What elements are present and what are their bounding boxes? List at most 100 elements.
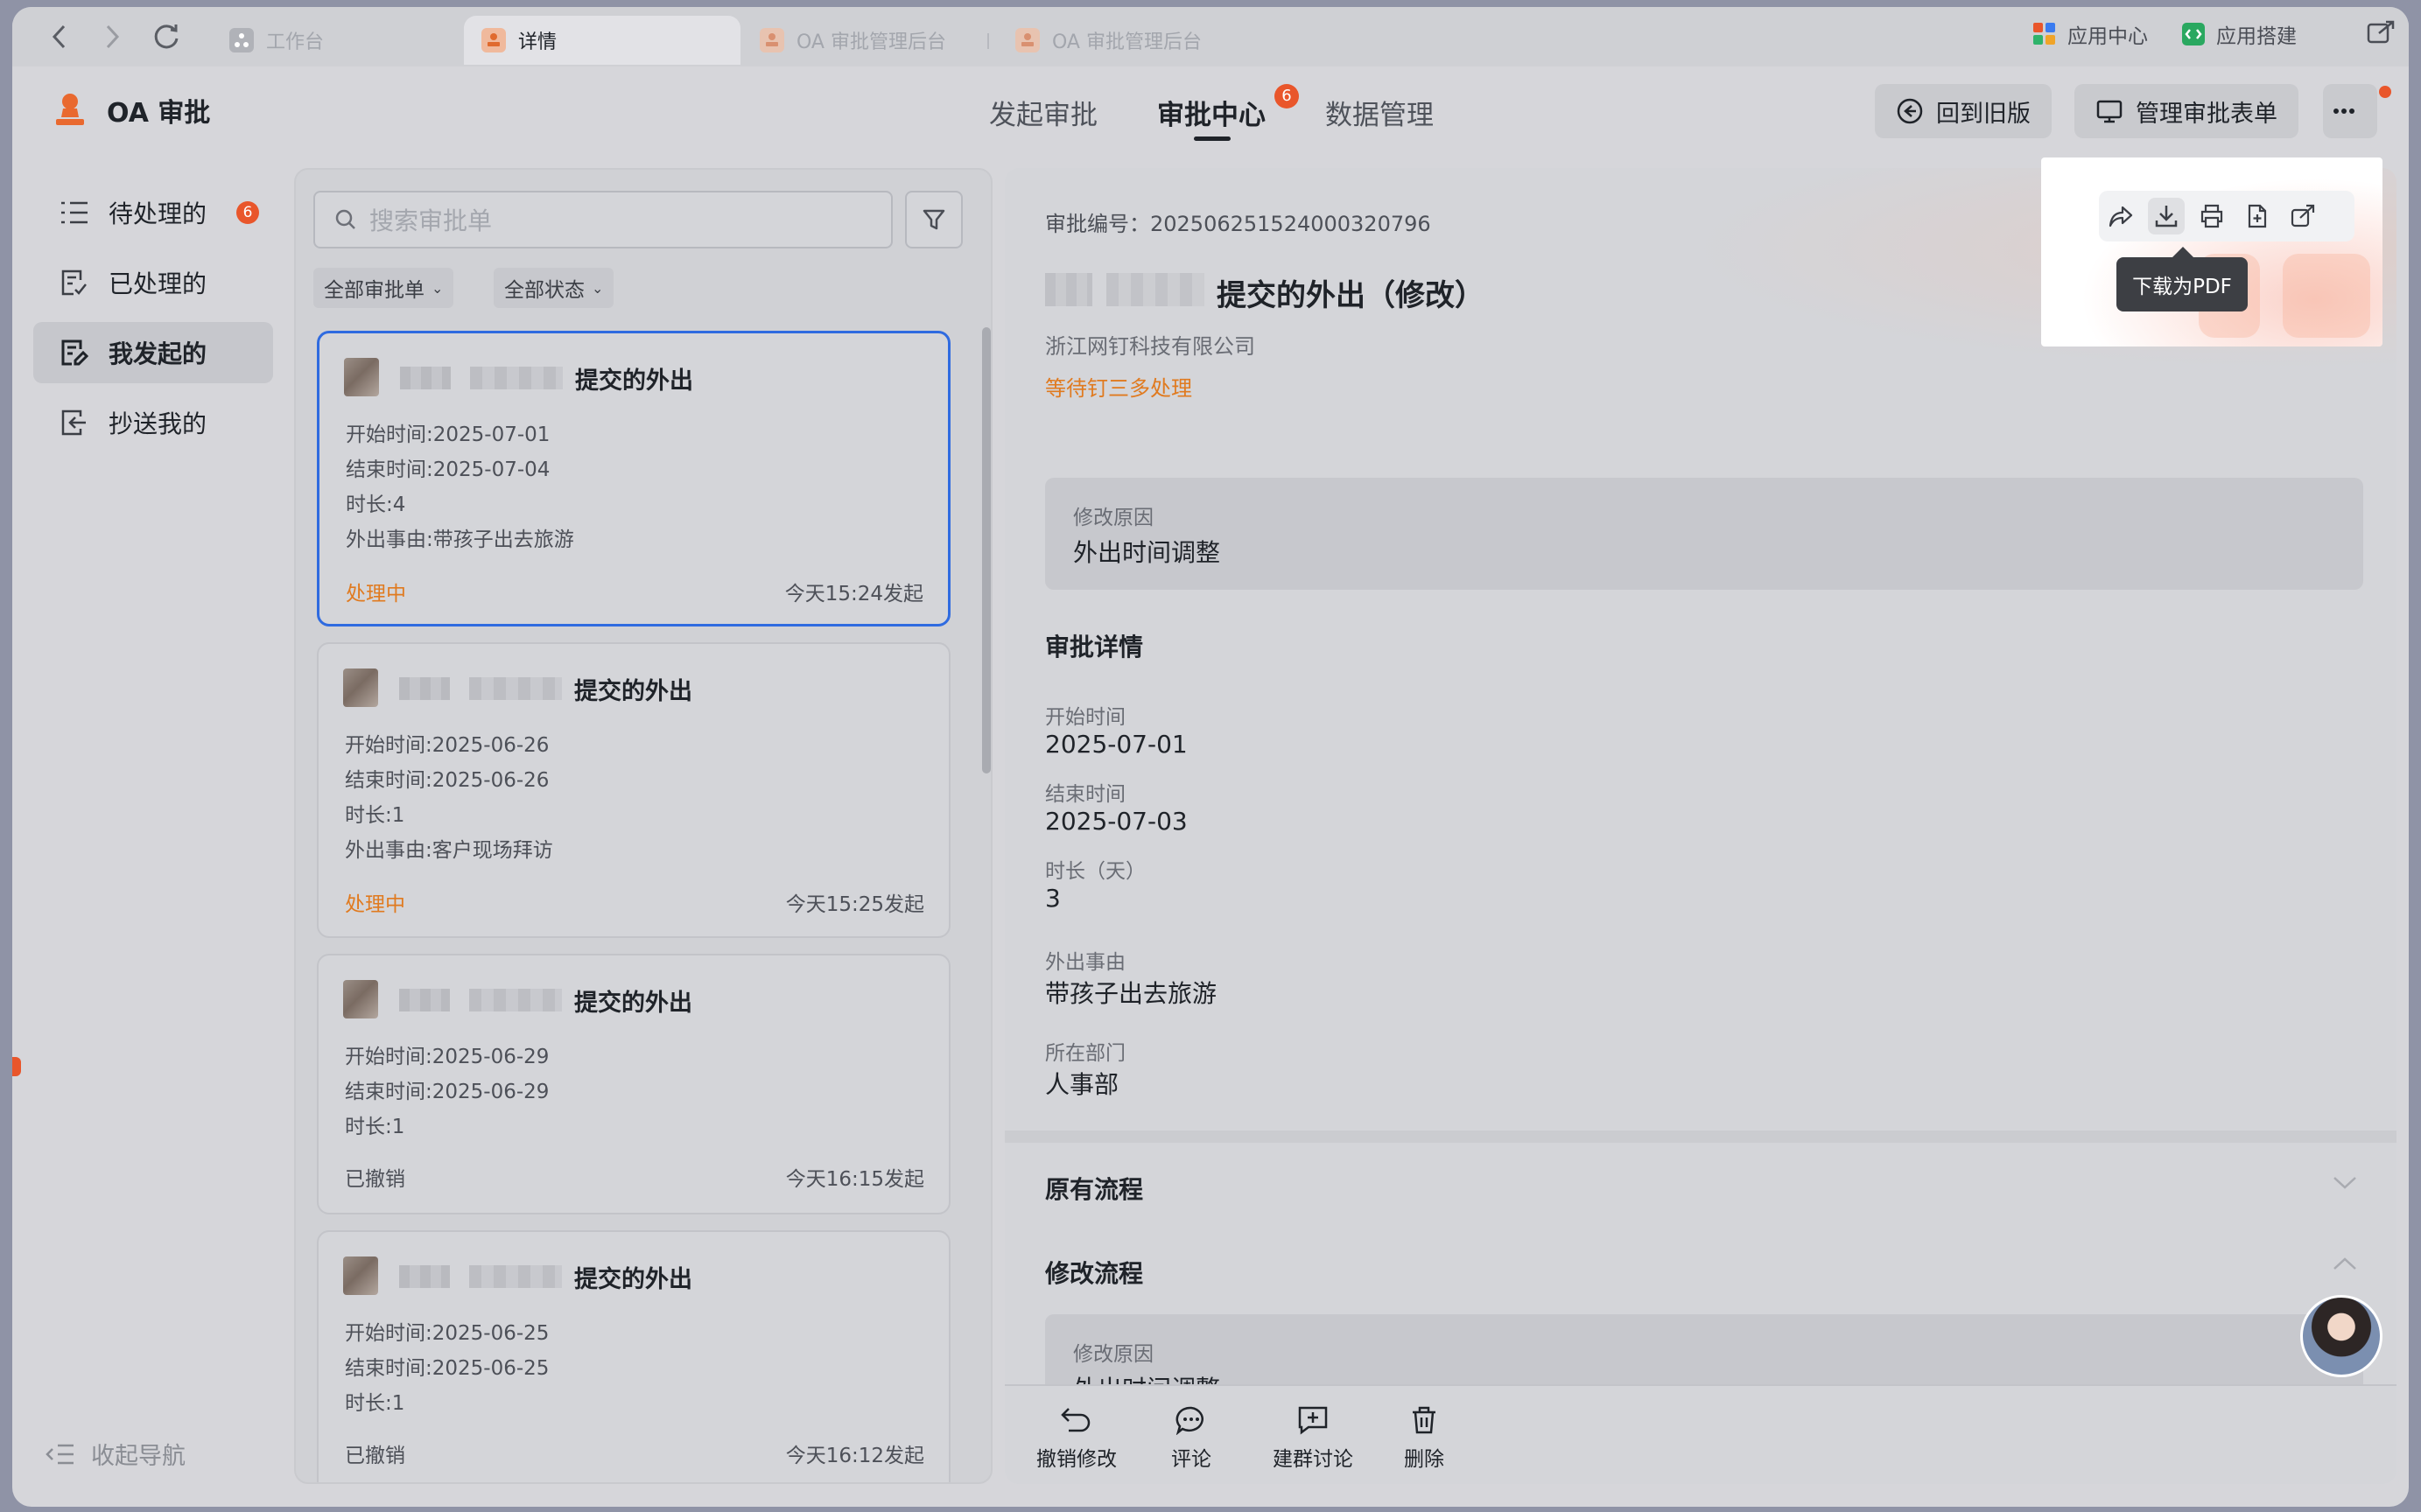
collapse-nav-button[interactable]: 收起导航 (46, 1437, 186, 1471)
app-header: OA 审批 发起审批 审批中心 6 数据管理 回到旧版 管理审批表单 (12, 66, 2409, 159)
download-pdf-icon[interactable] (2148, 198, 2185, 234)
oa-stamp-icon (760, 28, 784, 52)
all-status-dropdown[interactable]: 全部状态 ⌄ (494, 268, 614, 308)
share-icon[interactable] (2102, 198, 2139, 234)
sidebar-item-initiated[interactable]: 我发起的 (33, 322, 273, 383)
workbench-icon (229, 28, 254, 52)
print-icon[interactable] (2193, 198, 2230, 234)
tab-oa-admin-2[interactable]: OA 审批管理后台 (998, 16, 1252, 65)
assistant-avatar[interactable] (2300, 1295, 2382, 1377)
app-center-link[interactable]: 应用中心 (2032, 19, 2148, 49)
collapse-icon (46, 1444, 74, 1464)
detail-toolbar (2099, 191, 2354, 242)
monitor-icon (2096, 100, 2123, 123)
comment-button[interactable]: 评论 (1171, 1405, 1211, 1472)
field-value: 2025-07-03 (1045, 807, 1188, 836)
blurred-name (399, 677, 450, 700)
tab-oa-admin-1[interactable]: OA 审批管理后台 (742, 16, 987, 65)
card-duration: 时长:1 (345, 1392, 405, 1415)
status-badge: 处理中 (345, 893, 405, 916)
sidebar-item-pending[interactable]: 待处理的 6 (33, 182, 273, 243)
card-duration: 时长:1 (345, 804, 405, 827)
card-start-time: 开始时间:2025-06-29 (345, 1046, 550, 1068)
modify-reason-box: 修改原因 外出时间调整 (1045, 478, 2363, 590)
add-chat-icon (1298, 1406, 1328, 1435)
revoke-modify-button[interactable]: 撤销修改 (1036, 1405, 1117, 1472)
refresh-icon[interactable] (149, 19, 184, 54)
section-modified-flow[interactable]: 修改流程 (1045, 1255, 1143, 1290)
more-button[interactable] (2323, 84, 2377, 138)
nav-approval-center[interactable]: 审批中心 (1157, 93, 1266, 132)
back-to-old-button[interactable]: 回到旧版 (1875, 84, 2052, 138)
manage-forms-button[interactable]: 管理审批表单 (2074, 84, 2298, 138)
nav-data-management[interactable]: 数据管理 (1325, 93, 1434, 132)
field-label: 结束时间 (1045, 783, 1126, 806)
comment-icon (1175, 1406, 1203, 1435)
section-approval-details: 审批详情 (1045, 633, 1144, 662)
trash-icon (1413, 1406, 1435, 1434)
blurred-name (469, 677, 562, 700)
card-duration: 时长:1 (345, 1116, 405, 1138)
forward-icon[interactable] (95, 19, 130, 54)
field-value: 2025-07-01 (1045, 730, 1188, 759)
blurred-name (470, 367, 563, 389)
chevron-down-icon: ⌄ (432, 279, 444, 297)
sidebar: 待处理的 6 已处理的 我发起的 抄送我的 收起导航 (12, 159, 292, 1507)
create-group-button[interactable]: 建群讨论 (1273, 1405, 1353, 1472)
delete-button[interactable]: 删除 (1404, 1405, 1444, 1472)
chevron-down-icon: ⌄ (592, 279, 604, 297)
undo-icon (1061, 1408, 1091, 1432)
tab-workbench[interactable]: 工作台 (212, 16, 457, 65)
avatar (343, 980, 378, 1018)
section-original-flow[interactable]: 原有流程 (1045, 1171, 1143, 1206)
field-label: 外出事由 (1045, 951, 1126, 974)
filter-icon (923, 209, 945, 230)
modify-reason-label: 修改原因 (1073, 507, 1154, 529)
card-reason: 外出事由:客户现场拜访 (345, 839, 553, 862)
decor-shape (2283, 254, 2370, 338)
search-input[interactable]: 搜索审批单 (313, 191, 893, 248)
notification-dot (2379, 86, 2391, 98)
avatar (343, 1256, 378, 1295)
waiting-status: 等待钉三多处理 (1045, 376, 1192, 401)
card-start-time: 开始时间:2025-06-25 (345, 1322, 550, 1345)
app-builder-icon (2182, 23, 2205, 46)
modify-reason-value: 外出时间调整 (1073, 538, 1221, 567)
sidebar-item-processed[interactable]: 已处理的 (33, 252, 273, 313)
avatar (344, 358, 379, 396)
approval-card[interactable]: 提交的外出 开始时间:2025-06-29 结束时间:2025-06-29 时长… (317, 954, 951, 1214)
status-badge: 处理中 (346, 583, 406, 606)
chevron-down-icon[interactable] (2332, 1174, 2358, 1192)
company-name: 浙江网钉科技有限公司 (1045, 334, 1255, 359)
blurred-name (1045, 273, 1092, 306)
card-time: 今天15:24发起 (784, 583, 923, 606)
tab-detail[interactable]: 详情 (464, 16, 740, 65)
action-bar: 撤销修改 评论 建群讨论 删除 (1005, 1384, 2396, 1484)
back-icon[interactable] (42, 19, 77, 54)
oa-logo-icon (56, 94, 84, 125)
open-external-icon[interactable] (2367, 19, 2396, 46)
nav-start-approval[interactable]: 发起审批 (989, 93, 1098, 132)
blurred-name (1106, 273, 1204, 306)
nav-badge: 6 (1274, 84, 1299, 108)
open-window-icon[interactable] (2284, 198, 2321, 234)
list-icon (61, 201, 88, 224)
approval-card[interactable]: 提交的外出 开始时间:2025-07-01 结束时间:2025-07-04 时长… (317, 331, 951, 626)
card-title: 提交的外出 (574, 990, 692, 1017)
approval-card[interactable]: 提交的外出 开始时间:2025-06-25 结束时间:2025-06-25 时长… (317, 1230, 951, 1482)
card-time: 今天15:25发起 (785, 893, 924, 916)
app-builder-link[interactable]: 应用搭建 (2181, 19, 2297, 49)
list-scrollbar[interactable] (982, 327, 991, 774)
sidebar-item-cc[interactable]: 抄送我的 (33, 392, 273, 453)
add-file-icon[interactable] (2239, 198, 2276, 234)
card-time: 今天16:15发起 (785, 1168, 924, 1191)
pending-badge: 6 (236, 201, 260, 224)
field-label: 开始时间 (1045, 706, 1126, 729)
approval-card[interactable]: 提交的外出 开始时间:2025-06-26 结束时间:2025-06-26 时长… (317, 642, 951, 938)
browser-tab-bar: 工作台 详情 OA 审批管理后台 OA 审批管理后台 应用中心 应用搭建 (12, 7, 2409, 66)
chevron-up-icon[interactable] (2332, 1255, 2358, 1272)
filter-button[interactable] (905, 191, 963, 248)
all-forms-dropdown[interactable]: 全部审批单 ⌄ (313, 268, 454, 308)
app-logo[interactable]: OA 审批 (51, 91, 210, 130)
doc-check-icon (61, 270, 87, 296)
